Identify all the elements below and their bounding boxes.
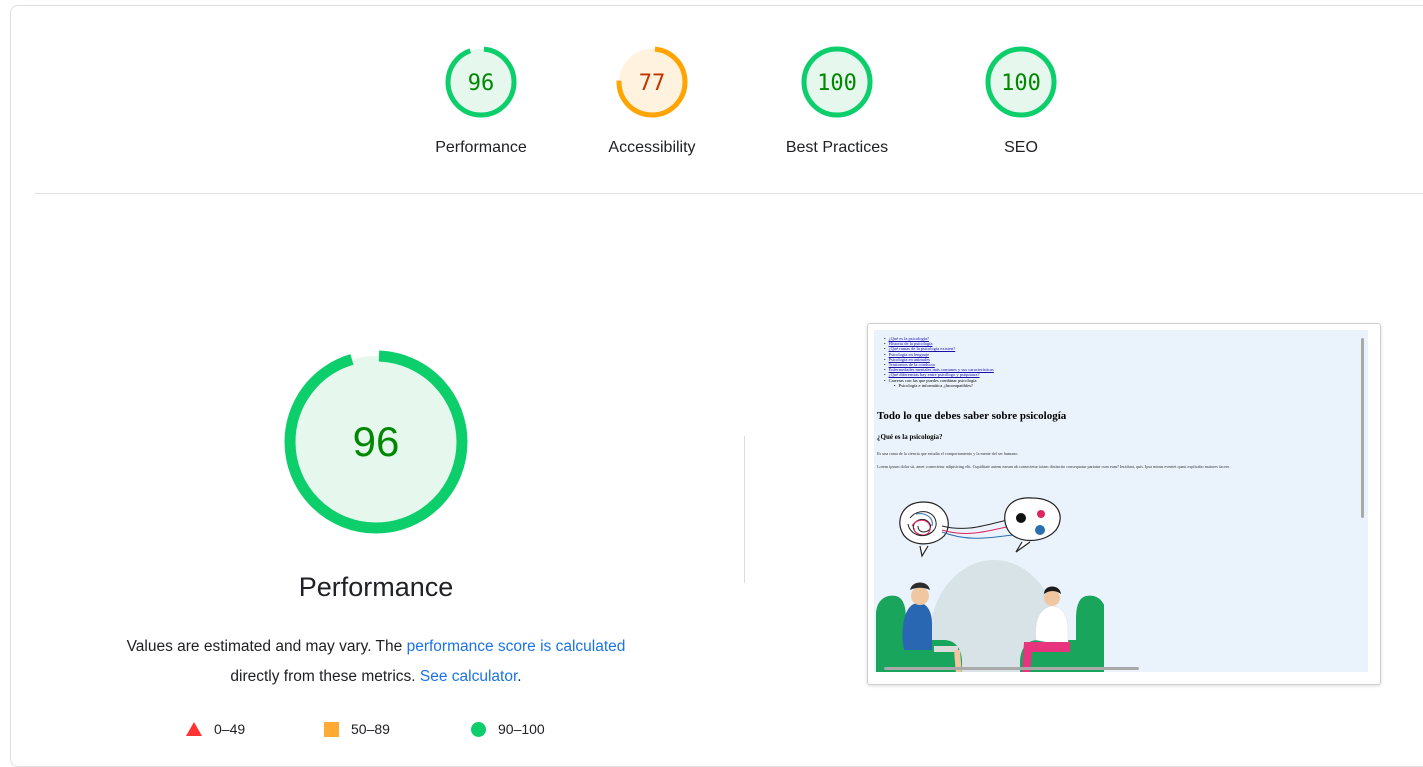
- performance-score-link[interactable]: performance score is calculated: [407, 638, 626, 655]
- gauge-score: 100: [1001, 71, 1041, 96]
- screenshot-heading: Todo lo que debes saber sobre psicología: [877, 410, 1067, 422]
- desc-text: .: [517, 668, 522, 685]
- legend-range: 90–100: [498, 721, 545, 737]
- gauge-label: Best Practices: [785, 139, 889, 156]
- vertical-scrollbar[interactable]: [1361, 338, 1364, 518]
- screenshot-paragraph: Es una rama de la ciencia que estudia el…: [877, 451, 1019, 456]
- gauge-best-practices[interactable]: 100 Best Practices: [762, 46, 912, 157]
- gauge-label: SEO: [1004, 139, 1038, 156]
- gauge-label: Accessibility: [608, 139, 696, 156]
- gauge-ring: 100: [985, 46, 1057, 118]
- gauge-ring: 96: [445, 46, 517, 118]
- gauge-performance[interactable]: 96 Performance: [406, 46, 556, 157]
- see-calculator-link[interactable]: See calculator: [420, 668, 517, 685]
- legend-range: 0–49: [214, 721, 246, 737]
- desc-text: Values are estimated and may vary. The: [126, 638, 407, 655]
- gauge-seo[interactable]: 100 SEO: [946, 46, 1096, 157]
- screenshot-subheading: ¿Qué es la psicología?: [877, 433, 943, 441]
- legend-range: 50–89: [351, 721, 390, 737]
- horizontal-scrollbar[interactable]: [884, 667, 1139, 670]
- triangle-icon: [186, 722, 202, 736]
- vertical-divider: [744, 436, 745, 583]
- gauge-ring: 77: [616, 46, 688, 118]
- gauge-score: 96: [468, 71, 495, 96]
- gauge-label: Performance: [435, 139, 527, 156]
- desc-text: directly from these metrics.: [230, 668, 420, 685]
- legend-pass: 90–100: [471, 721, 545, 737]
- gauge-score: 100: [817, 71, 857, 96]
- therapy-illustration: [876, 497, 1104, 672]
- gauge-ring: 100: [801, 46, 873, 118]
- legend-fail: 0–49: [186, 721, 245, 737]
- legend-average: 50–89: [324, 721, 390, 737]
- final-screenshot[interactable]: ¿Qué es la psicología? Historia de la ps…: [867, 323, 1381, 685]
- gauge-score: 77: [639, 71, 666, 96]
- big-gauge-score: 96: [353, 418, 400, 465]
- square-icon: [324, 721, 339, 737]
- circle-icon: [471, 721, 486, 737]
- big-gauge-ring: 96: [284, 350, 468, 534]
- performance-description: Values are estimated and may vary. The p…: [71, 632, 681, 692]
- screenshot-toc: ¿Qué es la psicología? Historia de la ps…: [884, 336, 1368, 388]
- screenshot-paragraph: Lorem ipsum dolor sit, amet consectetur …: [877, 464, 1231, 469]
- screenshot-page: ¿Qué es la psicología? Historia de la ps…: [874, 330, 1368, 672]
- performance-title: Performance: [298, 572, 454, 602]
- lighthouse-report-card: 96 Performance 77 Accessibility 100 Best…: [10, 5, 1423, 767]
- category-gauges: 96 Performance 77 Accessibility 100 Best…: [11, 46, 1423, 166]
- toc-item: Psicología e informática ¿Incompatibles?: [894, 383, 1368, 388]
- performance-gauge-large: 96: [283, 349, 469, 535]
- header-divider: [35, 193, 1423, 194]
- gauge-accessibility[interactable]: 77 Accessibility: [577, 46, 727, 157]
